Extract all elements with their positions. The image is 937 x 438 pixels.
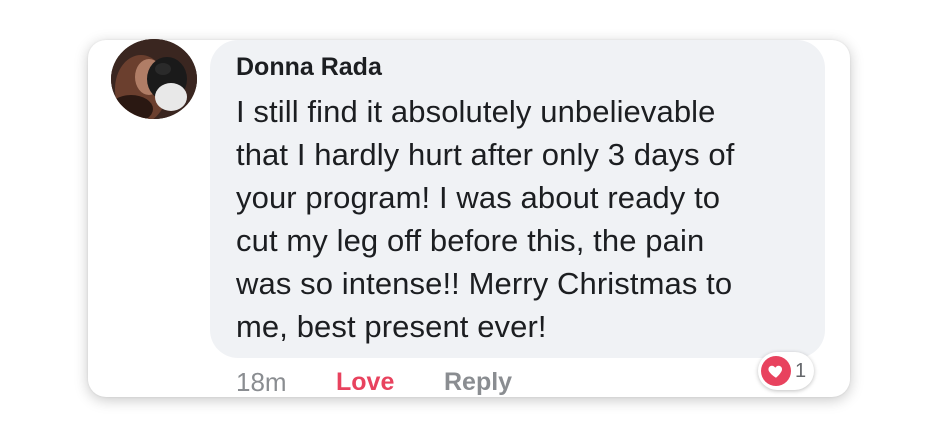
reaction-badge[interactable]: 1	[758, 352, 815, 390]
comment-actions: 18m Love Reply	[236, 362, 512, 402]
reply-button[interactable]: Reply	[444, 368, 512, 397]
comment-text: I still find it absolutely unbelievable …	[236, 94, 735, 344]
love-button[interactable]: Love	[336, 368, 444, 397]
heart-icon	[761, 356, 791, 386]
profile-photo-icon	[111, 39, 197, 119]
avatar[interactable]	[111, 39, 197, 119]
reaction-count: 1	[795, 359, 807, 382]
comment-bubble: Donna Rada I still find it absolutely un…	[210, 40, 825, 358]
author-name[interactable]: Donna Rada	[236, 52, 805, 82]
timestamp[interactable]: 18m	[236, 367, 336, 398]
